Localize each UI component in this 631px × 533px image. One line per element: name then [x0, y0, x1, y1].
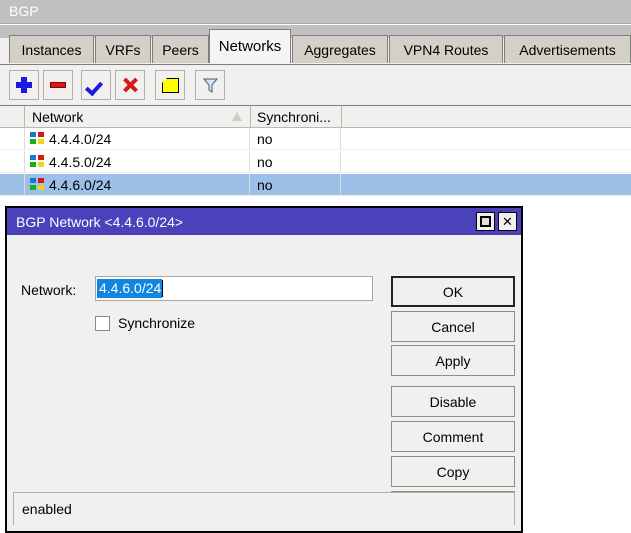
note-icon	[162, 78, 179, 93]
maximize-button[interactable]	[476, 212, 495, 231]
column-header-network-label: Network	[32, 109, 83, 125]
comment-button[interactable]	[155, 70, 185, 100]
row-network-value: 4.4.6.0/24	[49, 177, 111, 193]
plus-icon	[16, 77, 32, 93]
check-icon	[87, 77, 105, 93]
tab-networks-label: Networks	[219, 38, 282, 55]
row-spacer-cell	[342, 174, 631, 195]
enable-button[interactable]	[81, 70, 111, 100]
row-flag-cell	[0, 151, 25, 172]
comment-button-label: Comment	[423, 429, 484, 445]
tab-vpn4-routes[interactable]: VPN4 Routes	[389, 35, 503, 63]
apply-button-label: Apply	[435, 353, 470, 369]
bgp-network-dialog: BGP Network <4.4.6.0/24> ✕ Network: 4.4.…	[5, 206, 523, 533]
window-title: BGP	[9, 3, 39, 19]
dialog-statusbar: enabled	[13, 492, 515, 525]
row-synchronize-cell: no	[251, 174, 341, 195]
column-header-flag[interactable]	[0, 106, 25, 127]
row-synchronize-cell: no	[251, 128, 341, 149]
dialog-status-text: enabled	[22, 501, 72, 517]
x-icon	[122, 77, 138, 93]
table-row[interactable]: 4.4.4.0/24 no	[0, 128, 631, 150]
column-header-synchronize[interactable]: Synchroni...	[251, 106, 342, 127]
synchronize-label: Synchronize	[118, 315, 195, 331]
row-spacer-cell	[342, 151, 631, 172]
ok-button-label: OK	[443, 284, 463, 300]
tab-advertisements-label: Advertisements	[519, 42, 615, 58]
tab-vpn4-routes-label: VPN4 Routes	[404, 42, 489, 58]
disable-button-label: Disable	[430, 394, 477, 410]
network-input[interactable]: 4.4.6.0/24	[95, 276, 373, 301]
remove-button[interactable]	[43, 70, 73, 100]
row-network-value: 4.4.4.0/24	[49, 131, 111, 147]
row-flag-cell	[0, 128, 25, 149]
apply-button[interactable]: Apply	[391, 345, 515, 376]
tab-strip: Instances VRFs Peers Networks Aggregates…	[0, 25, 631, 65]
network-icon	[30, 132, 44, 145]
window-titlebar: BGP	[0, 0, 631, 24]
row-flag-cell	[0, 174, 25, 195]
maximize-icon	[480, 216, 491, 227]
text-caret	[162, 280, 163, 297]
tab-networks[interactable]: Networks	[209, 29, 291, 63]
network-field-label: Network:	[21, 282, 76, 298]
tab-peers-label: Peers	[162, 42, 199, 58]
network-icon	[30, 155, 44, 168]
synchronize-checkbox[interactable]	[95, 316, 110, 331]
networks-listview[interactable]: Network Synchroni... 4.4.4.0/24 no 4.4.5…	[0, 105, 631, 205]
filter-button[interactable]	[195, 70, 225, 100]
add-button[interactable]	[9, 70, 39, 100]
tab-instances-label: Instances	[22, 42, 82, 58]
network-icon	[30, 178, 44, 191]
tab-advertisements[interactable]: Advertisements	[504, 35, 631, 63]
row-network-cell: 4.4.5.0/24	[26, 151, 250, 172]
toolbar	[0, 64, 631, 106]
row-synchronize-cell: no	[251, 151, 341, 172]
cancel-button-label: Cancel	[431, 319, 475, 335]
close-icon: ✕	[502, 215, 513, 228]
copy-button-label: Copy	[437, 464, 470, 480]
minus-icon	[50, 82, 66, 88]
ok-button[interactable]: OK	[391, 276, 515, 307]
comment-button[interactable]: Comment	[391, 421, 515, 452]
column-header-synchronize-label: Synchroni...	[257, 109, 331, 125]
disable-button[interactable]	[115, 70, 145, 100]
network-input-value: 4.4.6.0/24	[97, 279, 162, 298]
row-spacer-cell	[342, 128, 631, 149]
sort-ascending-icon	[232, 112, 242, 121]
funnel-icon	[202, 77, 219, 94]
listview-header: Network Synchroni...	[0, 106, 631, 128]
tab-aggregates-label: Aggregates	[304, 42, 376, 58]
table-row[interactable]: 4.4.6.0/24 no	[0, 174, 631, 196]
tab-vrfs-label: VRFs	[106, 42, 141, 58]
row-network-value: 4.4.5.0/24	[49, 154, 111, 170]
disable-button[interactable]: Disable	[391, 386, 515, 417]
dialog-system-buttons: ✕	[476, 212, 517, 231]
close-button[interactable]: ✕	[498, 212, 517, 231]
column-header-spacer	[342, 106, 631, 127]
tab-vrfs[interactable]: VRFs	[95, 35, 151, 63]
column-header-network[interactable]: Network	[26, 106, 251, 127]
dialog-body: Network: 4.4.6.0/24 Synchronize OK Cance…	[7, 235, 521, 531]
tab-instances[interactable]: Instances	[9, 35, 94, 63]
tab-aggregates[interactable]: Aggregates	[292, 35, 388, 63]
tab-peers[interactable]: Peers	[152, 35, 209, 63]
copy-button[interactable]: Copy	[391, 456, 515, 487]
dialog-titlebar[interactable]: BGP Network <4.4.6.0/24> ✕	[7, 208, 521, 235]
cancel-button[interactable]: Cancel	[391, 311, 515, 342]
table-row[interactable]: 4.4.5.0/24 no	[0, 151, 631, 173]
row-network-cell: 4.4.4.0/24	[26, 128, 250, 149]
row-network-cell: 4.4.6.0/24	[26, 174, 250, 195]
dialog-title: BGP Network <4.4.6.0/24>	[16, 214, 183, 230]
synchronize-checkbox-row[interactable]: Synchronize	[95, 315, 195, 331]
